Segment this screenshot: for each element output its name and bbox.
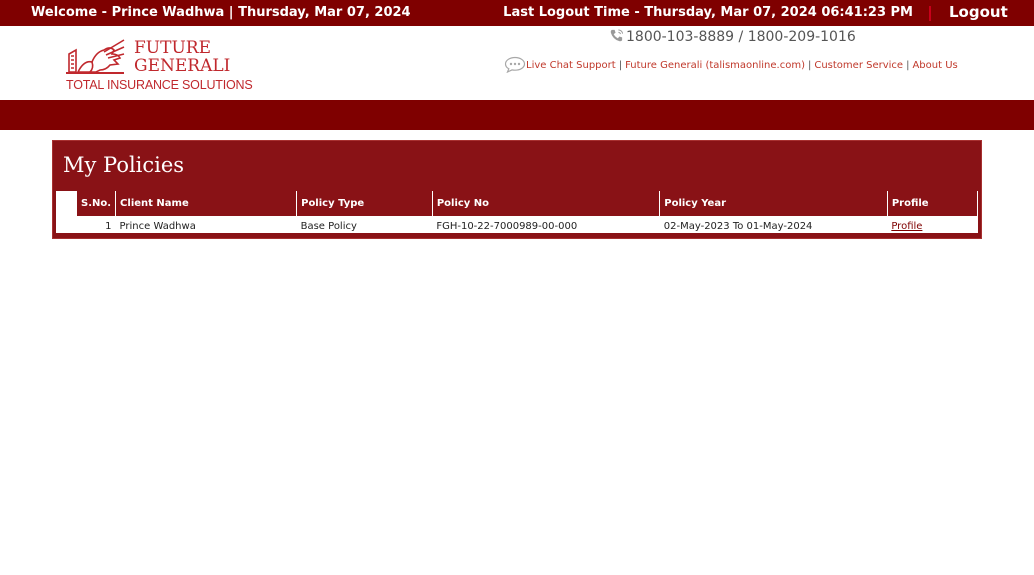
my-policies-panel: My Policies S.No. Client Name Policy Typ… <box>52 140 982 239</box>
col-policy-type: Policy Type <box>296 191 433 216</box>
col-policy-year: Policy Year <box>659 191 888 216</box>
phone-icon <box>610 29 624 42</box>
link-separator: | <box>807 60 812 71</box>
col-profile: Profile <box>886 191 979 216</box>
about-us-link[interactable]: About Us <box>912 60 957 71</box>
logo-line2: GENERALI <box>134 56 231 76</box>
live-chat-link[interactable]: Live Chat Support <box>526 60 616 71</box>
table-bottom-border <box>56 233 978 236</box>
lion-logo-icon <box>66 39 125 74</box>
customer-service-link[interactable]: Customer Service <box>814 60 903 71</box>
welcome-text: Welcome - Prince Wadhwa | Thursday, Mar … <box>31 5 411 20</box>
table-header-row: S.No. Client Name Policy Type Policy No … <box>75 191 979 216</box>
logo-line1: FUTURE <box>134 38 211 58</box>
header: FUTURE GENERALI TOTAL INSURANCE SOLUTION… <box>0 26 1034 100</box>
col-client-name: Client Name <box>115 191 298 216</box>
chat-icon <box>504 56 526 73</box>
future-generali-logo[interactable]: FUTURE GENERALI TOTAL INSURANCE SOLUTION… <box>66 37 253 93</box>
last-logout-time: Last Logout Time - Thursday, Mar 07, 202… <box>503 5 913 20</box>
page-title: My Policies <box>63 153 185 177</box>
logout-button[interactable]: Logout <box>949 3 1008 21</box>
phone-text: 1800-103-8889 / 1800-209-1016 <box>626 29 856 45</box>
policies-table: S.No. Client Name Policy Type Policy No … <box>75 191 979 236</box>
col-sno: S.No. <box>75 191 117 216</box>
phone-numbers: 1800-103-8889 / 1800-209-1016 <box>609 28 856 45</box>
link-separator: | <box>618 60 623 71</box>
policies-table-container: S.No. Client Name Policy Type Policy No … <box>56 191 979 236</box>
nav-band <box>0 100 1034 130</box>
top-bar: Welcome - Prince Wadhwa | Thursday, Mar … <box>0 0 1034 26</box>
divider <box>929 6 931 21</box>
link-separator: | <box>906 60 910 71</box>
logo-tagline: TOTAL INSURANCE SOLUTIONS <box>66 78 253 92</box>
future-generali-link[interactable]: Future Generali (talismaonline.com) <box>625 60 805 71</box>
header-links: Live Chat Support | Future Generali (talis… <box>504 56 958 73</box>
col-policy-no: Policy No <box>431 191 661 216</box>
profile-link[interactable]: Profile <box>891 221 922 232</box>
